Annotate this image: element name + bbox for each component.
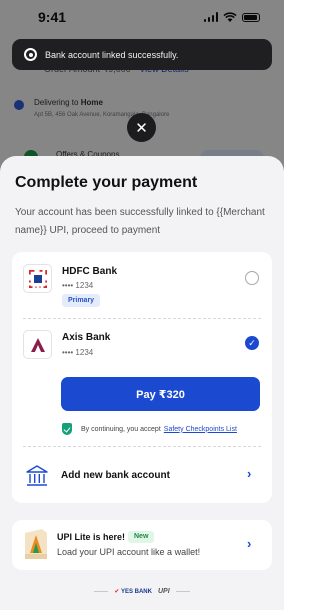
divider — [23, 318, 261, 319]
upi-lite-card[interactable]: UPI Lite is here! New Load your UPI acco… — [12, 520, 272, 570]
safety-checkpoints-link[interactable]: Safety Checkpoints List — [164, 426, 237, 433]
footer-partners: ✔ YES BANK UPI — [0, 584, 284, 598]
consent-text: By continuing, you accept — [81, 425, 161, 433]
divider — [175, 590, 190, 592]
success-toast: Bank account linked successfully. — [12, 39, 272, 70]
bank-option-axis[interactable]: Axis Bank •••• 1234 ✓ — [12, 322, 272, 372]
hdfc-logo-icon — [23, 264, 52, 293]
axis-logo-icon — [23, 330, 52, 359]
bank-building-icon — [26, 465, 48, 486]
bank-name: HDFC Bank — [62, 266, 118, 277]
upi-lite-title: UPI Lite is here! — [57, 532, 126, 542]
yes-bank-logo: ✔ YES BANK — [114, 588, 152, 595]
payment-sheet: Complete your payment Your account has b… — [0, 156, 284, 610]
consent-row: By continuing, you accept Safety Checkpo… — [62, 423, 237, 435]
divider — [23, 446, 261, 447]
bank-account-number: •••• 1234 — [62, 348, 94, 357]
sheet-subtitle: Your account has been successfully linke… — [15, 207, 265, 236]
add-bank-row[interactable]: Add new bank account › — [12, 450, 272, 502]
sheet-title: Complete your payment — [15, 174, 198, 191]
chevron-right-icon: › — [247, 466, 252, 481]
upi-lite-icon — [25, 529, 47, 559]
toast-message: Bank account linked successfully. — [45, 49, 179, 60]
chevron-right-icon: › — [247, 536, 252, 551]
primary-badge: Primary — [62, 294, 101, 307]
check-circle-icon — [24, 48, 37, 61]
bank-list-card: HDFC Bank •••• 1234 Primary Axis Bank ••… — [12, 252, 272, 503]
bank-account-number: •••• 1234 — [62, 281, 94, 290]
bank-name: Axis Bank — [62, 332, 111, 343]
add-bank-label: Add new bank account — [61, 470, 170, 481]
upi-lite-subtitle: Load your UPI account like a wallet! — [57, 547, 201, 557]
radio-axis-checked-icon[interactable]: ✓ — [245, 336, 259, 350]
bank-option-hdfc[interactable]: HDFC Bank •••• 1234 Primary — [12, 252, 272, 312]
shield-check-icon — [62, 423, 72, 435]
pay-button[interactable]: Pay ₹320 — [61, 377, 260, 411]
upi-logo: UPI — [157, 587, 170, 595]
radio-hdfc[interactable] — [245, 271, 259, 285]
divider — [94, 590, 109, 592]
close-button[interactable]: ✕ — [127, 113, 156, 142]
new-badge: New — [128, 531, 155, 543]
